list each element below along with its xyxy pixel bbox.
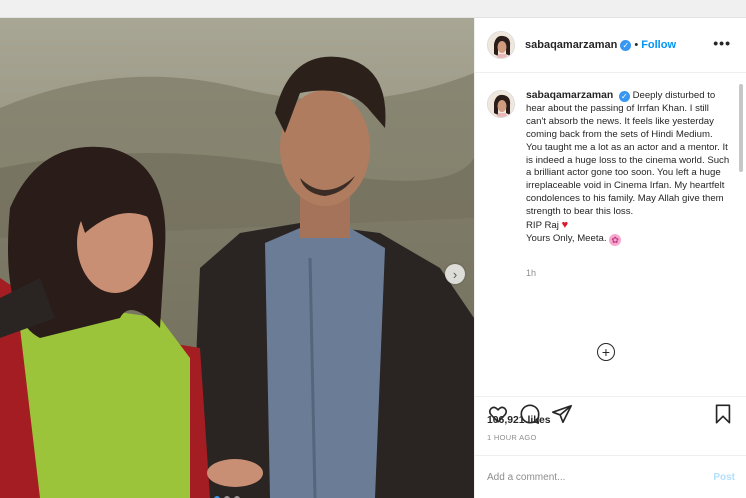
- verified-badge-icon: ✓: [618, 91, 630, 102]
- share-paper-plane-icon[interactable]: [551, 403, 573, 425]
- avatar[interactable]: [487, 90, 515, 118]
- chevron-right-icon: ›: [452, 266, 458, 282]
- caption-signoff: Yours Only, Meeta.: [526, 232, 607, 244]
- header-separator: •: [634, 39, 639, 51]
- caption-username[interactable]: sabaqamarzaman: [526, 90, 613, 101]
- post-header: sabaqamarzaman ✓ • Follow •••: [475, 18, 746, 73]
- flower-emoji-icon: ✿: [609, 233, 622, 246]
- comment-timestamp[interactable]: 1h: [526, 268, 735, 278]
- save-bookmark-icon[interactable]: [712, 403, 734, 425]
- post-photo[interactable]: ›: [0, 18, 474, 498]
- verified-badge-icon: ✓: [620, 39, 632, 51]
- browser-top-strip: [0, 0, 746, 18]
- post-side-panel: sabaqamarzaman ✓ • Follow ••• sabaqamarz…: [474, 18, 746, 498]
- load-more-comments-button[interactable]: +: [597, 343, 615, 361]
- heart-emoji-icon: ♥: [561, 219, 569, 232]
- likes-count[interactable]: 106,921 likes: [487, 415, 551, 426]
- post-timestamp[interactable]: 1 HOUR AGO: [487, 433, 537, 442]
- add-comment-bar: Post: [475, 455, 746, 498]
- caption-body: Deeply disturbed to hear about the passi…: [526, 90, 730, 218]
- follow-button[interactable]: Follow: [641, 39, 676, 51]
- post-author-username[interactable]: sabaqamarzaman: [525, 39, 617, 51]
- post-photo-illustration: [0, 18, 474, 498]
- plus-circle-icon: +: [601, 344, 611, 360]
- caption-rip: RIP Raj: [526, 220, 559, 232]
- caption-comment: sabaqamarzaman ✓ Deeply disturbed to hea…: [487, 90, 735, 246]
- comments-scrollbar[interactable]: [739, 84, 743, 172]
- post-comment-button[interactable]: Post: [713, 472, 735, 483]
- avatar[interactable]: [487, 31, 515, 59]
- more-options-icon[interactable]: •••: [713, 35, 731, 51]
- caption-text: sabaqamarzaman ✓ Deeply disturbed to hea…: [526, 90, 731, 246]
- carousel-next-button[interactable]: ›: [445, 264, 465, 284]
- comment-input[interactable]: [487, 471, 697, 483]
